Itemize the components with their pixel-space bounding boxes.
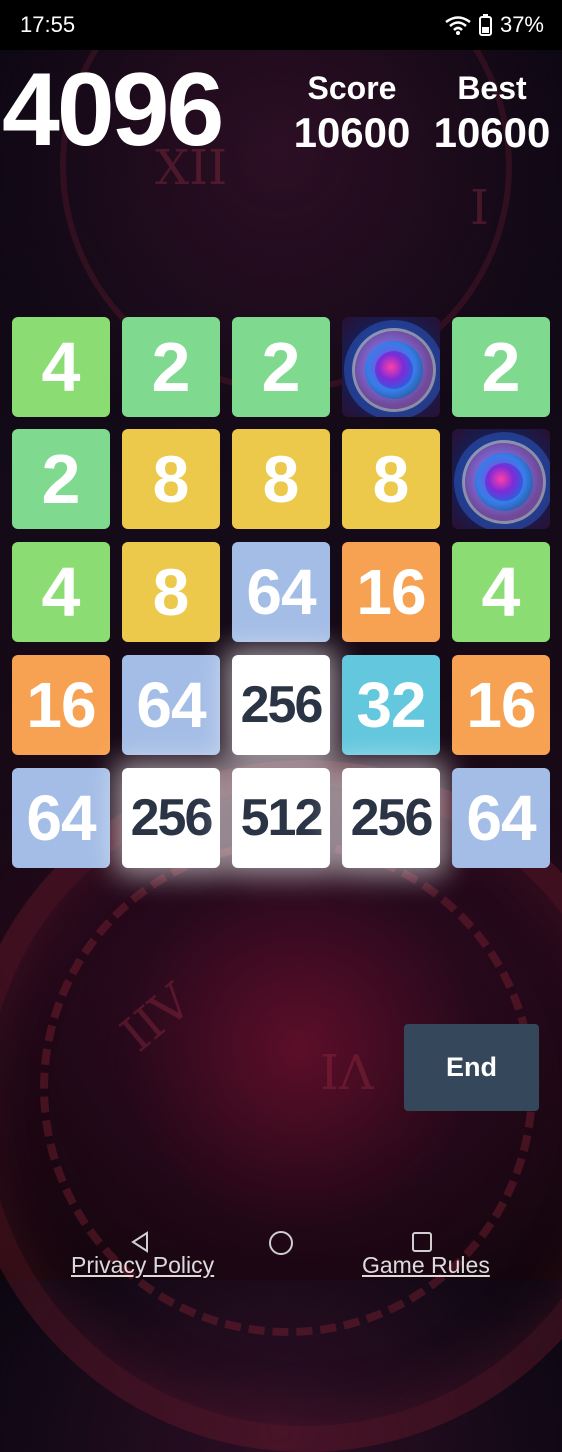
tile-256: 256 <box>122 768 220 868</box>
tile-2: 2 <box>452 317 550 417</box>
tile-4: 4 <box>12 542 110 642</box>
tile-8: 8 <box>122 429 220 529</box>
tile-16: 16 <box>342 542 440 642</box>
tile-64: 64 <box>12 768 110 868</box>
end-button[interactable]: End <box>404 1024 539 1111</box>
tile-64: 64 <box>232 542 330 642</box>
tile-4: 4 <box>452 542 550 642</box>
back-icon[interactable] <box>128 1230 152 1254</box>
tile-2: 2 <box>232 317 330 417</box>
tile-16: 16 <box>12 655 110 755</box>
status-time: 17:55 <box>20 12 76 37</box>
time-spiral-tile <box>452 429 550 529</box>
score-label: Score <box>307 70 397 106</box>
wifi-icon <box>445 16 471 35</box>
tile-8: 8 <box>342 429 440 529</box>
status-bar: 17:55 37% <box>0 0 562 50</box>
tile-64: 64 <box>122 655 220 755</box>
score-value: 10600 <box>293 109 411 156</box>
time-spiral-icon <box>352 328 436 412</box>
tile-8: 8 <box>232 429 330 529</box>
tile-2: 2 <box>122 317 220 417</box>
tile-4: 4 <box>12 317 110 417</box>
tile-16: 16 <box>452 655 550 755</box>
status-icons: 37% <box>445 12 544 38</box>
battery-percent: 37% <box>499 12 544 37</box>
tile-64: 64 <box>452 768 550 868</box>
game-rules-link[interactable]: Game Rules <box>362 1252 490 1279</box>
tile-512: 512 <box>232 768 330 868</box>
tile-8: 8 <box>122 542 220 642</box>
recents-icon[interactable] <box>411 1231 433 1253</box>
tile-32: 32 <box>342 655 440 755</box>
tile-256: 256 <box>342 768 440 868</box>
privacy-policy-link[interactable]: Privacy Policy <box>71 1252 214 1279</box>
game-title: 4096 <box>2 52 224 168</box>
time-spiral-tile <box>342 317 440 417</box>
best-panel: Best 10600 <box>432 72 552 154</box>
score-panel: Score 10600 <box>292 72 412 154</box>
best-value: 10600 <box>433 109 551 156</box>
battery-icon <box>478 14 492 36</box>
time-spiral-icon <box>462 440 546 524</box>
home-icon[interactable] <box>268 1230 294 1256</box>
tile-2: 2 <box>12 429 110 529</box>
best-label: Best <box>457 70 527 106</box>
tile-256: 256 <box>232 655 330 755</box>
